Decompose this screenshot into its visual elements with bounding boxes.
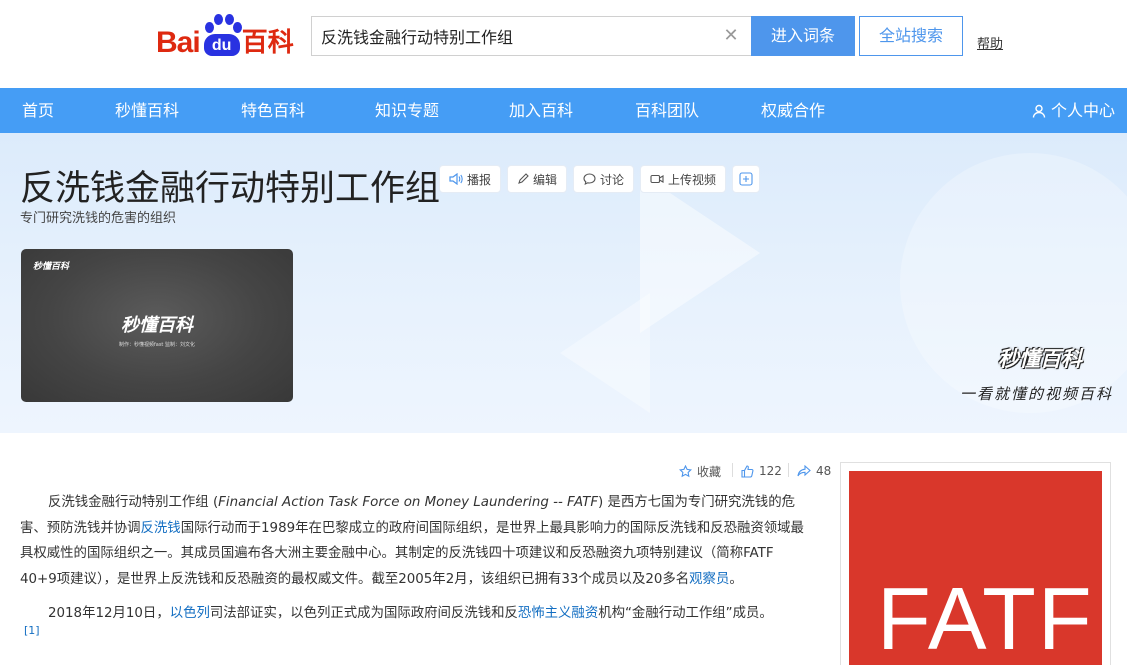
header: Bai du 百科 ✕ 进入词条 全站搜索 帮助 <box>0 0 1127 88</box>
help-link[interactable]: 帮助 <box>977 33 1003 52</box>
link-observer[interactable]: 观察员 <box>689 572 729 587</box>
video-small-logo: 秒懂百科 <box>33 262 70 272</box>
nav-item-topics[interactable]: 知识专题 <box>375 88 439 133</box>
like-button[interactable]: 122 <box>741 463 782 479</box>
close-icon[interactable]: ✕ <box>721 26 741 46</box>
user-icon <box>1032 104 1046 118</box>
intro-paragraph: 反洗钱金融行动特别工作组 (Financial Action Task Forc… <box>20 490 810 592</box>
main-nav: 首页 秒懂百科 特色百科 知识专题 加入百科 百科团队 权威合作 个人中心 <box>0 88 1127 133</box>
miaodong-logo: 秒懂百科 <box>998 347 1082 371</box>
pencil-icon <box>518 173 529 184</box>
baidu-baike-logo[interactable]: Bai du 百科 <box>156 10 294 58</box>
share-icon <box>797 465 811 477</box>
upload-video-button[interactable]: 上传视频 <box>640 165 727 193</box>
para1-text-a: 反洗钱金融行动特别工作组 ( <box>48 495 219 510</box>
reference-link[interactable]: [1] <box>24 624 40 637</box>
miaodong-slogan: 一看就懂的视频百科 <box>960 385 1114 403</box>
link-anti-money-laundering[interactable]: 反洗钱 <box>141 521 181 536</box>
play-label: 播报 <box>467 172 492 187</box>
edit-label: 编辑 <box>533 172 558 187</box>
enter-entry-button[interactable]: 进入词条 <box>751 16 855 56</box>
logo-baike-text: 百科 <box>241 28 294 58</box>
fatf-logo-image: FATF <box>849 471 1102 665</box>
discuss-label: 讨论 <box>600 172 625 187</box>
share-button[interactable]: 48 <box>797 463 831 479</box>
lemma-tools: 播报 编辑 讨论 上传视频 <box>439 165 761 193</box>
collect-label: 收藏 <box>697 464 722 479</box>
share-count: 48 <box>816 464 832 478</box>
site-search-button[interactable]: 全站搜索 <box>859 16 963 56</box>
logo-du-text: du <box>203 34 240 56</box>
video-thumbnail[interactable]: 秒懂百科 秒懂百科 制作：秒懂视频fast 监制：刘文化 <box>21 249 293 402</box>
plus-icon <box>739 172 753 186</box>
search-box: ✕ <box>311 16 751 56</box>
nav-item-team[interactable]: 百科团队 <box>635 88 699 133</box>
thumbs-up-icon <box>741 464 754 478</box>
logo-bai-text: Bai <box>156 26 201 59</box>
para2-text-b: 司法部证实，以色列正式成为国际政府间反洗钱和反 <box>209 606 518 621</box>
page-subtitle: 专门研究洗钱的危害的组织 <box>20 211 177 226</box>
nav-item-special[interactable]: 特色百科 <box>241 88 305 133</box>
israel-paragraph: 2018年12月10日，以色列司法部证实，以色列正式成为国际政府间反洗钱和反恐怖… <box>20 601 810 627</box>
stats-divider <box>732 463 733 477</box>
stats-divider <box>788 463 789 477</box>
para1-text-d: 。 <box>729 571 743 587</box>
english-name: Financial Action Task Force on Money Lau… <box>218 495 599 510</box>
edit-button[interactable]: 编辑 <box>507 165 568 193</box>
nav-item-authority[interactable]: 权威合作 <box>761 88 825 133</box>
chat-bubble-icon <box>583 173 596 185</box>
play-button[interactable]: 播报 <box>439 165 502 193</box>
decor-triangle <box>640 173 760 333</box>
para2-text-c: 机构“金融行动工作组”成员。 <box>598 606 773 621</box>
search-input[interactable] <box>312 17 712 55</box>
speaker-icon <box>449 173 463 185</box>
user-center-label: 个人中心 <box>1050 101 1115 120</box>
nav-item-home[interactable]: 首页 <box>22 88 54 133</box>
link-israel[interactable]: 以色列 <box>170 606 210 621</box>
link-terrorism-financing[interactable]: 恐怖主义融资 <box>518 606 598 621</box>
like-count: 122 <box>759 464 782 478</box>
video-center-logo: 秒懂百科 <box>121 315 193 336</box>
page-title: 反洗钱金融行动特别工作组 <box>20 169 441 209</box>
decor-circle <box>900 153 1127 413</box>
video-credits: 制作：秒懂视频fast 监制：刘文化 <box>119 342 195 348</box>
user-center-link[interactable]: 个人中心 <box>1032 88 1115 133</box>
nav-item-join[interactable]: 加入百科 <box>509 88 573 133</box>
video-camera-icon <box>650 174 664 184</box>
lemma-banner: 反洗钱金融行动特别工作组 专门研究洗钱的危害的组织 播报 编辑 讨论 上传视频 … <box>0 133 1127 433</box>
nav-item-miaodong[interactable]: 秒懂百科 <box>115 88 179 133</box>
add-button[interactable] <box>732 165 761 193</box>
para2-text-a: 2018年12月10日， <box>48 606 170 621</box>
decor-triangle-2 <box>560 293 650 413</box>
fatf-logo-text: FATF <box>877 569 1094 665</box>
star-icon <box>679 464 692 477</box>
upload-video-label: 上传视频 <box>668 172 717 187</box>
collect-button[interactable]: 收藏 <box>679 463 721 479</box>
summary-image-frame[interactable]: FATF <box>840 462 1111 665</box>
paw-icon: du <box>201 14 242 58</box>
discuss-button[interactable]: 讨论 <box>573 165 635 193</box>
